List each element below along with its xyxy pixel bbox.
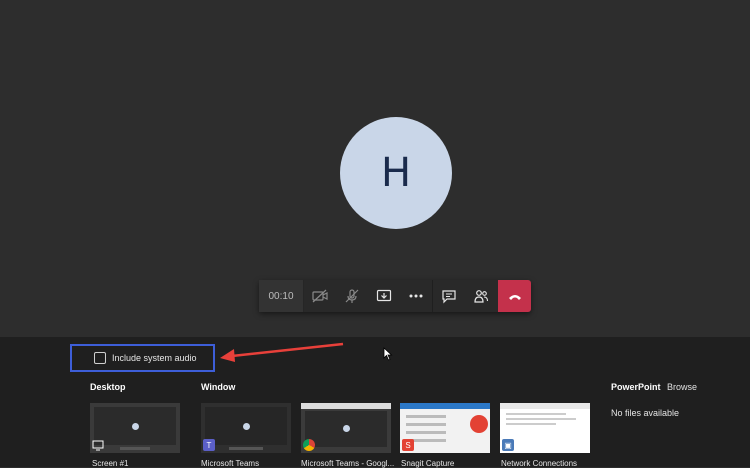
window-section-title: Window <box>201 382 236 392</box>
mic-toggle-button[interactable] <box>336 280 368 312</box>
share-screen-icon <box>376 289 392 302</box>
participants-icon <box>474 290 489 303</box>
browse-link[interactable]: Browse <box>667 382 697 392</box>
include-system-audio-toggle[interactable]: Include system audio <box>70 344 215 372</box>
powerpoint-section-title: PowerPoint <box>611 382 661 392</box>
no-files-message: No files available <box>611 408 680 418</box>
hang-up-icon <box>508 295 521 300</box>
include-audio-checkbox[interactable] <box>94 352 106 364</box>
window-thumbnail-teams[interactable]: T <box>201 403 291 453</box>
chat-icon <box>442 290 456 304</box>
call-stage: H 00:10 <box>0 0 750 337</box>
video-off-icon <box>312 289 328 303</box>
more-options-button[interactable] <box>400 280 432 312</box>
chrome-icon <box>303 439 315 451</box>
more-options-icon <box>409 294 423 298</box>
monitor-icon <box>92 440 104 451</box>
teams-icon: T <box>203 439 215 451</box>
include-audio-label: Include system audio <box>112 353 197 363</box>
call-controls-bar: 00:10 <box>259 280 531 312</box>
call-timer: 00:10 <box>259 280 304 312</box>
window-thumbnail-network[interactable]: ▣ <box>500 403 590 453</box>
mouse-cursor-icon <box>383 347 393 361</box>
hang-up-button[interactable] <box>498 280 531 312</box>
chat-button[interactable] <box>433 280 465 312</box>
network-connections-icon: ▣ <box>502 439 514 451</box>
participant-avatar: H <box>340 117 452 229</box>
red-arrow-annotation <box>220 342 344 362</box>
share-screen-button[interactable] <box>368 280 400 312</box>
desktop-screen-thumbnail[interactable] <box>90 403 180 453</box>
avatar-initial: H <box>380 150 412 196</box>
window-thumbnail-chrome-teams[interactable] <box>301 403 391 453</box>
window-thumbnail-snagit[interactable]: S <box>400 403 490 453</box>
participants-button[interactable] <box>465 280 497 312</box>
mic-off-icon <box>345 289 359 303</box>
video-toggle-button[interactable] <box>304 280 336 312</box>
snagit-icon: S <box>402 439 414 451</box>
desktop-section-title: Desktop <box>90 382 126 392</box>
